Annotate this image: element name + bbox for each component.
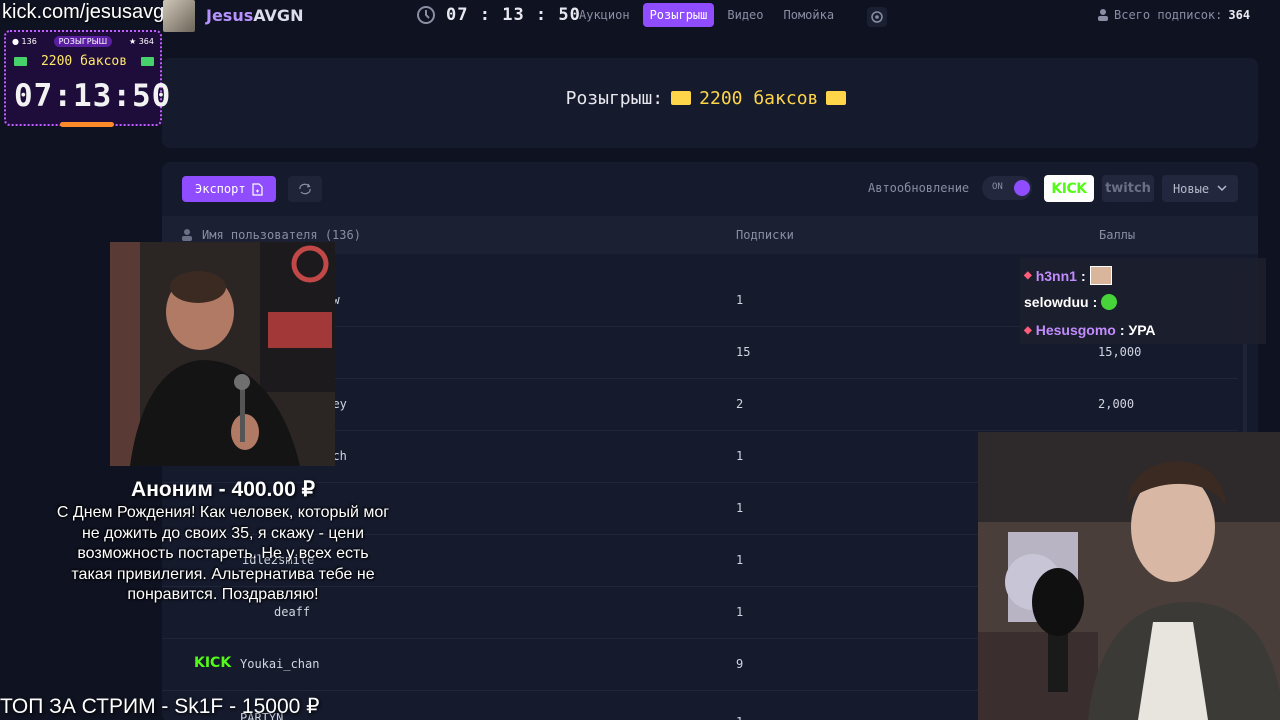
kick-badge-icon: ◆ xyxy=(1024,270,1032,281)
donation-video-frame xyxy=(110,242,335,466)
avatar xyxy=(163,0,195,32)
clock-icon xyxy=(417,6,435,24)
money-icon xyxy=(141,57,154,66)
row-subscriptions: 1 xyxy=(736,715,743,720)
chat-message: ◆ Hesusgomo : УРА xyxy=(1024,322,1155,338)
brand-part-1: Jesus xyxy=(206,6,254,25)
giveaway-widget: ● 136 РОЗЫГРЫШ ★ 364 2200 баксов 07:13:5… xyxy=(4,30,172,127)
subs-label: Всего подписок: xyxy=(1114,8,1223,22)
twitch-logo-icon: twitch xyxy=(1105,181,1151,196)
widget-bottom-bar xyxy=(60,122,114,127)
envelope-icon xyxy=(671,91,692,105)
sort-label: Новые xyxy=(1172,181,1210,196)
row-subscriptions: 9 xyxy=(736,657,744,671)
nav-auction[interactable]: Аукцион xyxy=(572,3,637,27)
refresh-icon xyxy=(299,183,311,195)
row-subscriptions: 15 xyxy=(736,345,751,359)
chat-username: Hesusgomo xyxy=(1035,322,1116,338)
countdown-timer: 07 : 13 : 50 xyxy=(416,5,581,25)
giveaway-title-panel: Розыгрыш: 2200 баксов xyxy=(162,58,1258,148)
settings-gear-icon[interactable] xyxy=(866,7,888,27)
chat-username: h3nn1 xyxy=(1035,267,1077,284)
kick-logo-icon: KICK xyxy=(194,655,232,671)
donation-video xyxy=(110,242,335,466)
chat-separator: : xyxy=(1119,322,1125,338)
webcam-feed xyxy=(978,432,1280,720)
stream-url: kick.com/jesusavgn xyxy=(2,1,176,23)
subs-value: 364 xyxy=(1228,8,1251,22)
row-subscriptions: 2 xyxy=(736,397,744,411)
total-subscriptions: Всего подписок: 364 xyxy=(1098,8,1250,22)
giveaway-title: Розыгрыш: 2200 баксов xyxy=(162,88,1258,109)
brand-logo[interactable]: JesusAVGN xyxy=(206,6,303,25)
column-subscriptions[interactable]: Подписки xyxy=(736,228,794,242)
auto-refresh-label: Автообновление xyxy=(868,181,970,195)
donation-title: Аноним - 400.00 ₽ xyxy=(131,478,315,501)
export-label: Экспорт xyxy=(195,182,246,196)
row-points: 15,000 xyxy=(1098,345,1142,359)
row-subscriptions: 1 xyxy=(736,293,744,307)
refresh-button[interactable] xyxy=(288,176,322,202)
kick-filter-button[interactable]: KICK xyxy=(1044,175,1094,202)
user-icon xyxy=(1098,9,1108,21)
kick-badge-icon: ◆ xyxy=(1024,324,1032,336)
chat-separator: : xyxy=(1092,294,1098,310)
kick-logo-icon: KICK xyxy=(1051,180,1087,197)
row-subscriptions: 1 xyxy=(736,553,744,567)
chat-message: ◆ h3nn1 : xyxy=(1024,266,1112,285)
widget-header: ● 136 РОЗЫГРЫШ ★ 364 xyxy=(12,36,154,47)
donation-message: С Днем Рождения! Как человек, который мо… xyxy=(56,504,390,603)
widget-prize-text: 2200 баксов xyxy=(40,54,128,69)
chevron-down-icon xyxy=(1217,185,1227,192)
chat-username: selowduu xyxy=(1024,294,1089,310)
row-username: Youkai_chan xyxy=(240,657,320,671)
export-button[interactable]: Экспорт xyxy=(182,176,276,202)
chat-overlay: ◆ h3nn1 : selowduu : ◆ Hesusgomo : УРА xyxy=(1020,258,1266,344)
nav-trash[interactable]: Помойка xyxy=(777,3,842,27)
row-subscriptions: 1 xyxy=(736,501,744,515)
file-icon xyxy=(251,182,263,196)
user-icon xyxy=(182,229,192,241)
webcam-frame xyxy=(978,432,1280,720)
widget-right-count: ★ 364 xyxy=(129,37,154,46)
row-subscriptions: 1 xyxy=(736,449,744,463)
twitch-filter-button[interactable]: twitch xyxy=(1102,175,1154,202)
toggle-knob xyxy=(1014,180,1030,196)
auto-refresh-toggle[interactable]: ON xyxy=(982,176,1032,200)
row-points: 2,000 xyxy=(1098,397,1135,411)
column-username[interactable]: Имя пользователя (136) xyxy=(202,228,361,242)
row-subscriptions: 1 xyxy=(736,605,744,619)
brand-part-2: AVGN xyxy=(253,6,304,25)
emote-icon xyxy=(1101,294,1118,310)
top-donor-line: ТОП ЗА СТРИМ - Sk1F - 15000 ₽ xyxy=(0,695,320,718)
chat-separator: : xyxy=(1080,267,1086,284)
giveaway-title-label: Розыгрыш: xyxy=(565,88,664,109)
timer-minutes: 13 xyxy=(502,5,525,25)
timer-hours: 07 xyxy=(446,5,469,25)
chat-text: УРА xyxy=(1128,322,1156,338)
row-username: deaff xyxy=(274,605,311,619)
nav-video[interactable]: Видео xyxy=(720,3,770,27)
widget-left-count: ● 136 xyxy=(12,37,37,46)
sort-dropdown[interactable]: Новые xyxy=(1162,175,1238,202)
widget-tag: РОЗЫГРЫШ xyxy=(53,36,113,47)
nav-giveaway[interactable]: Розыгрыш xyxy=(642,3,715,27)
emote-icon xyxy=(1089,266,1112,285)
toggle-state: ON xyxy=(992,182,1003,192)
money-icon xyxy=(14,57,27,66)
main-nav: Аукцион Розыгрыш Видео Помойка xyxy=(572,3,841,27)
chat-message: selowduu : xyxy=(1024,294,1118,310)
envelope-icon xyxy=(826,91,847,105)
giveaway-prize: 2200 баксов xyxy=(699,88,819,109)
widget-prize: 2200 баксов xyxy=(14,54,154,69)
column-points[interactable]: Баллы xyxy=(1099,228,1135,242)
widget-timer: 07:13:50 xyxy=(14,78,172,114)
